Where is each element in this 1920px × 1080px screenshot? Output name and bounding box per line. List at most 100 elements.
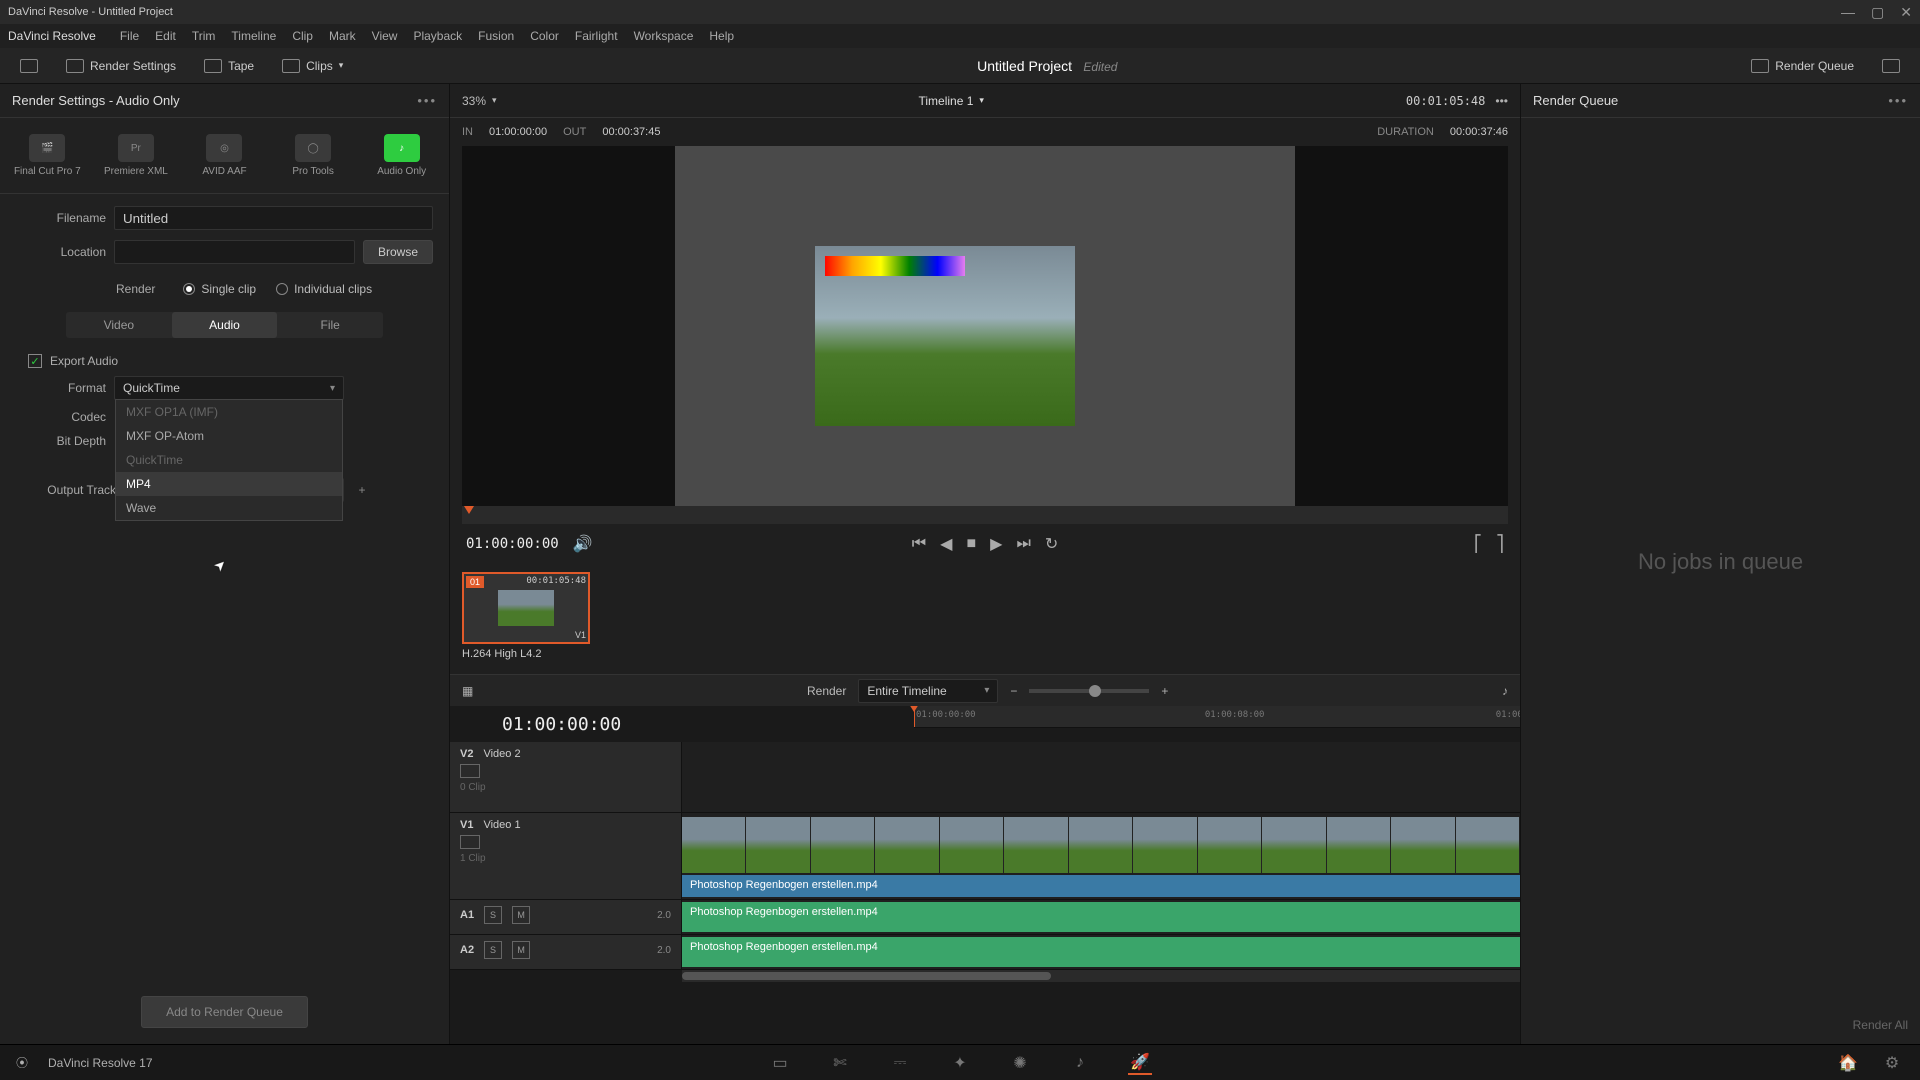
nav-fairlight-icon[interactable]: ♪ — [1068, 1051, 1092, 1075]
viewer-menu-icon[interactable]: ••• — [1495, 94, 1508, 108]
maximize-button[interactable]: ▢ — [1871, 4, 1884, 21]
menu-clip[interactable]: Clip — [292, 29, 313, 43]
menu-mark[interactable]: Mark — [329, 29, 356, 43]
menu-timeline[interactable]: Timeline — [231, 29, 276, 43]
menu-trim[interactable]: Trim — [192, 29, 216, 43]
audio-clip-a2[interactable]: Photoshop Regenbogen erstellen.mp4 — [682, 937, 1520, 967]
mute-button[interactable]: M — [512, 941, 530, 959]
timeline-timecode: 01:00:00:00 — [502, 714, 621, 735]
stop-button[interactable]: ■ — [966, 535, 976, 553]
location-input[interactable] — [114, 240, 355, 264]
nav-media-icon[interactable]: ▭ — [768, 1051, 792, 1075]
mute-button[interactable]: M — [512, 906, 530, 924]
preset-premiere[interactable]: PrPremiere XML — [93, 126, 180, 185]
play-button[interactable]: ▶ — [990, 534, 1002, 554]
export-audio-checkbox[interactable]: Export Audio — [16, 346, 433, 376]
clip-strip: 01 00:01:05:48 V1 H.264 High L4.2 — [450, 564, 1520, 674]
zoom-in-button[interactable]: + — [1161, 684, 1168, 698]
nav-deliver-icon[interactable]: 🚀 — [1128, 1051, 1152, 1075]
minimize-button[interactable]: — — [1841, 4, 1855, 21]
audio-clip-a1[interactable]: Photoshop Regenbogen erstellen.mp4 — [682, 902, 1520, 932]
nav-edit-icon[interactable]: ⎓ — [888, 1051, 912, 1075]
tab-file[interactable]: File — [277, 312, 383, 338]
preset-fcp7[interactable]: 🎬Final Cut Pro 7 — [4, 126, 91, 185]
format-option-mxf-op1a[interactable]: MXF OP1A (IMF) — [116, 400, 342, 424]
solo-button[interactable]: S — [484, 941, 502, 959]
prev-clip-button[interactable]: ⏮ — [912, 535, 926, 553]
home-icon[interactable]: 🏠 — [1836, 1051, 1860, 1075]
viewer-timecode: 00:01:05:48 — [1406, 94, 1485, 108]
zoom-slider[interactable] — [1029, 689, 1149, 693]
transport-bar: 01:00:00:00 🔊 ⏮ ◀ ■ ▶ ⏭ ↻ ⎡ ⎤ — [450, 524, 1520, 564]
timeline-view-icon[interactable]: ▦ — [462, 684, 473, 698]
radio-individual-clips[interactable]: Individual clips — [276, 282, 372, 296]
radio-single-clip[interactable]: Single clip — [183, 282, 256, 296]
viewer-ruler[interactable] — [462, 506, 1508, 524]
render-queue-button[interactable]: Render Queue — [1743, 55, 1862, 77]
clip-thumbnail[interactable]: 01 00:01:05:48 V1 H.264 High L4.2 — [462, 572, 590, 660]
menu-playback[interactable]: Playback — [413, 29, 462, 43]
format-option-wave[interactable]: Wave — [116, 496, 342, 520]
menu-fusion[interactable]: Fusion — [478, 29, 514, 43]
menu-workspace[interactable]: Workspace — [634, 29, 694, 43]
add-to-render-queue-button[interactable]: Add to Render Queue — [141, 996, 308, 1028]
track-toggle[interactable] — [460, 764, 480, 778]
solo-button[interactable]: S — [484, 906, 502, 924]
queue-menu-icon[interactable]: ••• — [1888, 93, 1908, 108]
loop-button[interactable]: ↻ — [1045, 534, 1058, 554]
menu-bar: DaVinci Resolve File Edit Trim Timeline … — [0, 24, 1920, 48]
render-all-button[interactable]: Render All — [1853, 1018, 1908, 1032]
audio-meter-icon[interactable]: ♪ — [1502, 684, 1508, 698]
nav-fusion-icon[interactable]: ✦ — [948, 1051, 972, 1075]
menu-file[interactable]: File — [120, 29, 139, 43]
nav-cut-icon[interactable]: ✄ — [828, 1051, 852, 1075]
render-settings-title: Render Settings - Audio Only — [12, 93, 180, 108]
mark-out-button[interactable]: ⎤ — [1496, 534, 1504, 554]
preset-protools[interactable]: ◯Pro Tools — [270, 126, 357, 185]
tab-video[interactable]: Video — [66, 312, 172, 338]
menu-color[interactable]: Color — [530, 29, 559, 43]
track-v1: V1Video 1 1 Clip Photoshop Regenbogen er… — [450, 813, 1520, 900]
preset-audio-only[interactable]: ♪Audio Only — [358, 126, 445, 185]
menu-view[interactable]: View — [372, 29, 398, 43]
top-toolbar: Render Settings Tape Clips ▾ Untitled Pr… — [0, 48, 1920, 84]
menu-edit[interactable]: Edit — [155, 29, 176, 43]
tape-button[interactable]: Tape — [196, 55, 262, 77]
format-option-mxf-opatom[interactable]: MXF OP-Atom — [116, 424, 342, 448]
menu-help[interactable]: Help — [709, 29, 734, 43]
render-queue-panel: Render Queue ••• No jobs in queue Render… — [1520, 84, 1920, 1044]
render-settings-button[interactable]: Render Settings — [58, 55, 184, 77]
render-scope-select[interactable]: Entire Timeline▾ — [858, 679, 998, 703]
step-back-button[interactable]: ◀ — [940, 534, 952, 554]
browse-button[interactable]: Browse — [363, 240, 433, 264]
clips-button[interactable]: Clips ▾ — [274, 55, 351, 77]
video-clip-name: Photoshop Regenbogen erstellen.mp4 — [682, 875, 1520, 897]
zoom-out-button[interactable]: − — [1010, 684, 1017, 698]
expand-button[interactable] — [12, 55, 46, 77]
format-select[interactable]: QuickTime▾ MXF OP1A (IMF) MXF OP-Atom Qu… — [114, 376, 344, 400]
mark-in-button[interactable]: ⎡ — [1474, 534, 1482, 554]
volume-icon[interactable]: 🔊 — [573, 534, 593, 554]
timeline-selector[interactable]: Timeline 1 ▾ — [919, 94, 984, 108]
timeline-scrollbar[interactable] — [682, 970, 1520, 982]
preset-avid[interactable]: ◎AVID AAF — [181, 126, 268, 185]
nav-color-icon[interactable]: ✺ — [1008, 1051, 1032, 1075]
add-output-track-button[interactable]: + — [352, 480, 372, 500]
format-option-quicktime[interactable]: QuickTime — [116, 448, 342, 472]
timeline-ruler[interactable]: 01:00:00:00 01:00:08:00 01:00:16:00 — [914, 706, 1520, 728]
video-clip[interactable] — [682, 817, 1520, 873]
viewer[interactable] — [462, 146, 1508, 506]
format-option-mp4[interactable]: MP4 — [116, 472, 342, 496]
in-value: 01:00:00:00 — [489, 126, 547, 138]
menu-fairlight[interactable]: Fairlight — [575, 29, 618, 43]
track-toggle[interactable] — [460, 835, 480, 849]
expand-right-button[interactable] — [1874, 55, 1908, 77]
version-label: DaVinci Resolve 17 — [48, 1056, 153, 1070]
panel-menu-icon[interactable]: ••• — [417, 93, 437, 108]
zoom-control[interactable]: 33% ▾ — [462, 94, 497, 108]
tab-audio[interactable]: Audio — [172, 312, 278, 338]
next-clip-button[interactable]: ⏭ — [1016, 535, 1030, 553]
close-button[interactable]: ✕ — [1900, 4, 1912, 21]
filename-input[interactable] — [114, 206, 433, 230]
settings-icon[interactable]: ⚙ — [1880, 1051, 1904, 1075]
